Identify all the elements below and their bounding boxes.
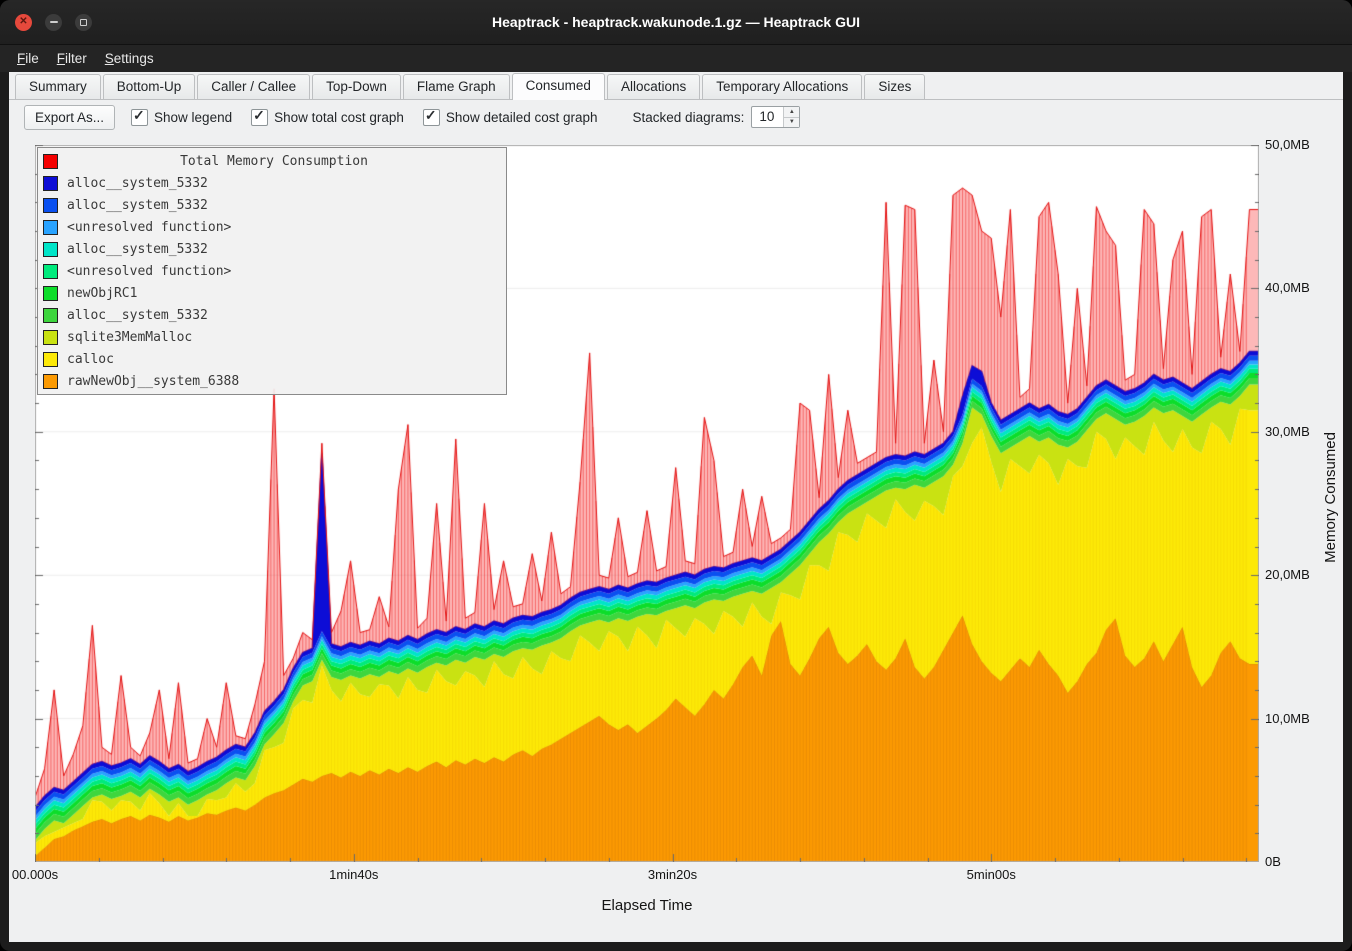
maximize-button[interactable]: [75, 14, 92, 31]
legend-item: alloc__system_5332: [38, 238, 506, 260]
y-tick-label: 20,0MB: [1265, 567, 1310, 582]
window-controls: ✕: [15, 14, 92, 31]
stacked-diagrams-label: Stacked diagrams:: [633, 110, 745, 125]
legend-item: alloc__system_5332: [38, 194, 506, 216]
legend-swatch: [43, 286, 58, 301]
legend-item: newObjRC1: [38, 282, 506, 304]
legend-label: newObjRC1: [67, 286, 137, 301]
legend-label: <unresolved function>: [67, 220, 231, 235]
legend-item: alloc__system_5332: [38, 304, 506, 326]
y-tick-label: 0B: [1265, 854, 1281, 869]
spin-down-button[interactable]: ▼: [784, 118, 799, 128]
checkbox-box: ✓: [423, 109, 440, 126]
y-tick-label: 10,0MB: [1265, 711, 1310, 726]
x-axis-title: Elapsed Time: [602, 897, 693, 914]
spin-up-icon: ▲: [789, 109, 795, 115]
menu-file[interactable]: File: [8, 47, 48, 70]
checkbox-show-total-cost-graph[interactable]: ✓ Show total cost graph: [251, 109, 404, 126]
chart-area: Total Memory Consumption alloc__system_53…: [9, 134, 1343, 942]
legend-item: alloc__system_5332: [38, 172, 506, 194]
spinbox-value[interactable]: 10: [752, 107, 783, 127]
app-content: Summary Bottom-Up Caller / Callee Top-Do…: [9, 72, 1343, 942]
legend-label: alloc__system_5332: [67, 176, 208, 191]
legend-title-row: Total Memory Consumption: [38, 150, 506, 172]
legend-swatch: [43, 220, 58, 235]
checkbox-label: Show detailed cost graph: [446, 110, 598, 125]
x-tick-label: 1min40s: [329, 867, 378, 882]
check-icon: ✓: [425, 107, 437, 124]
tab-flame-graph[interactable]: Flame Graph: [403, 74, 510, 99]
menu-bar: File Filter Settings: [0, 45, 1352, 72]
close-button[interactable]: ✕: [15, 14, 32, 31]
check-icon: ✓: [253, 107, 265, 124]
legend-swatch: [43, 308, 58, 323]
minimize-button[interactable]: [45, 14, 62, 31]
legend-swatch: [43, 264, 58, 279]
tab-top-down[interactable]: Top-Down: [312, 74, 401, 99]
legend-swatch: [43, 330, 58, 345]
legend-item: sqlite3MemMalloc: [38, 326, 506, 348]
y-axis-title: Memory Consumed: [1322, 432, 1339, 563]
menu-settings[interactable]: Settings: [96, 47, 163, 70]
legend-swatch: [43, 242, 58, 257]
x-tick-label: 5min00s: [967, 867, 1016, 882]
tab-summary[interactable]: Summary: [15, 74, 101, 99]
checkbox-label: Show total cost graph: [274, 110, 404, 125]
legend-label: alloc__system_5332: [67, 242, 208, 257]
legend-swatch: [43, 198, 58, 213]
legend-label: <unresolved function>: [67, 264, 231, 279]
tab-allocations[interactable]: Allocations: [607, 74, 700, 99]
legend-label: sqlite3MemMalloc: [67, 330, 192, 345]
legend-item: <unresolved function>: [38, 260, 506, 282]
legend-swatch: [43, 176, 58, 191]
legend-label: rawNewObj__system_6388: [67, 374, 239, 389]
checkbox-show-detailed-cost-graph[interactable]: ✓ Show detailed cost graph: [423, 109, 598, 126]
export-as-button[interactable]: Export As...: [24, 105, 115, 130]
tab-bottom-up[interactable]: Bottom-Up: [103, 74, 196, 99]
maximize-icon: [80, 19, 87, 26]
tab-sizes[interactable]: Sizes: [864, 74, 925, 99]
check-icon: ✓: [133, 107, 145, 124]
checkbox-show-legend[interactable]: ✓ Show legend: [131, 109, 232, 126]
title-bar: ✕ Heaptrack - heaptrack.wakunode.1.gz — …: [0, 0, 1352, 45]
legend-title: Total Memory Consumption: [67, 154, 501, 169]
legend-item: <unresolved function>: [38, 216, 506, 238]
legend-swatch: [43, 352, 58, 367]
tab-bar: Summary Bottom-Up Caller / Callee Top-Do…: [9, 72, 1343, 100]
legend-label: alloc__system_5332: [67, 308, 208, 323]
legend-swatch: [43, 154, 58, 169]
close-icon: ✕: [19, 17, 27, 27]
heaptrack-window: ✕ Heaptrack - heaptrack.wakunode.1.gz — …: [0, 0, 1352, 951]
legend-swatch: [43, 374, 58, 389]
memory-plot: Total Memory Consumption alloc__system_53…: [35, 145, 1259, 862]
chart-legend: Total Memory Consumption alloc__system_53…: [37, 147, 507, 395]
tab-caller-callee[interactable]: Caller / Callee: [197, 74, 310, 99]
legend-item: rawNewObj__system_6388: [38, 370, 506, 392]
checkbox-box: ✓: [251, 109, 268, 126]
checkbox-label: Show legend: [154, 110, 232, 125]
y-tick-label: 30,0MB: [1265, 424, 1310, 439]
legend-label: alloc__system_5332: [67, 198, 208, 213]
y-tick-label: 50,0MB: [1265, 137, 1310, 152]
legend-item: calloc: [38, 348, 506, 370]
legend-label: calloc: [67, 352, 114, 367]
spin-down-icon: ▼: [789, 119, 795, 125]
x-tick-label: 3min20s: [648, 867, 697, 882]
spinbox-arrows: ▲ ▼: [783, 107, 799, 127]
minimize-icon: [50, 21, 58, 23]
tab-consumed[interactable]: Consumed: [512, 73, 605, 100]
menu-filter[interactable]: Filter: [48, 47, 96, 70]
y-tick-label: 40,0MB: [1265, 280, 1310, 295]
stacked-diagrams-spinbox[interactable]: 10 ▲ ▼: [751, 106, 800, 128]
x-tick-label: 00.000s: [12, 867, 58, 882]
spin-up-button[interactable]: ▲: [784, 107, 799, 118]
stacked-diagrams-group: Stacked diagrams: 10 ▲ ▼: [633, 106, 801, 128]
window-title: Heaptrack - heaptrack.wakunode.1.gz — He…: [0, 14, 1352, 30]
tab-temporary-allocations[interactable]: Temporary Allocations: [702, 74, 862, 99]
toolbar: Export As... ✓ Show legend ✓ Show total …: [9, 100, 1343, 134]
checkbox-box: ✓: [131, 109, 148, 126]
